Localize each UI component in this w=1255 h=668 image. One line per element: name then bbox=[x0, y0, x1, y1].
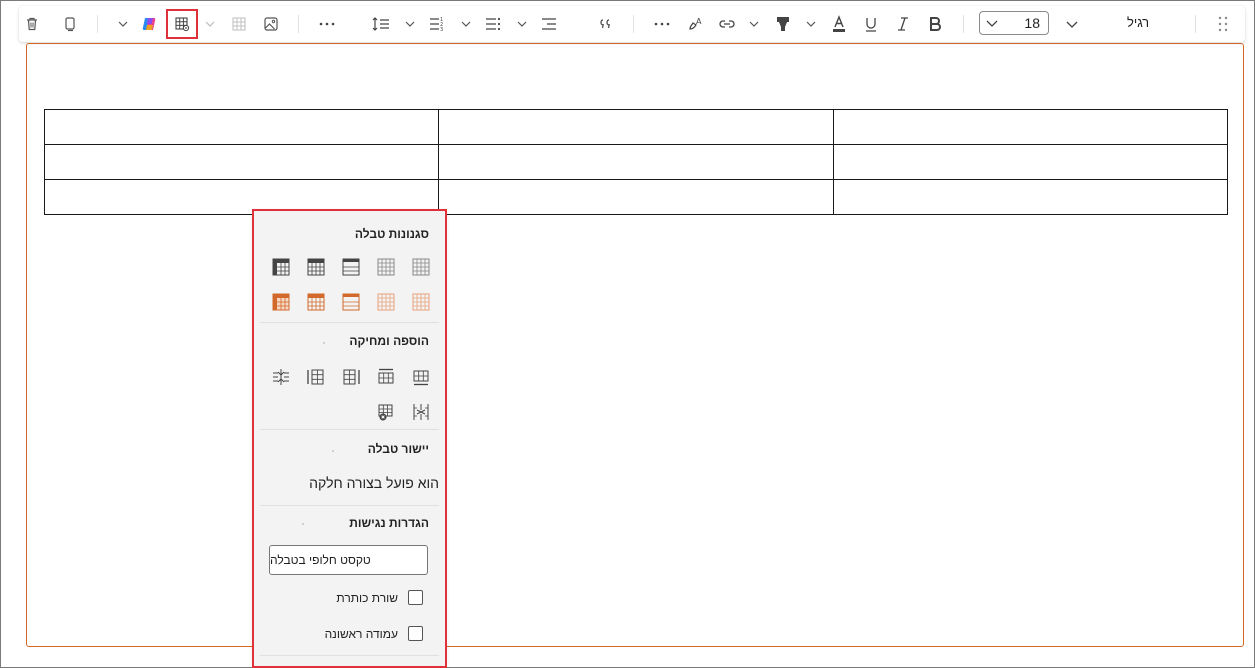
chevron-down-icon[interactable] bbox=[747, 15, 761, 33]
svg-text:A: A bbox=[696, 17, 702, 26]
separator bbox=[298, 15, 299, 33]
table-settings-icon[interactable] bbox=[166, 9, 198, 39]
more-icon[interactable] bbox=[650, 13, 674, 35]
first-column-label: עמודה ראשונה bbox=[324, 626, 398, 641]
chevron-down-icon[interactable] bbox=[515, 15, 529, 33]
first-column-checkbox[interactable] bbox=[408, 626, 423, 641]
separator bbox=[1195, 15, 1196, 33]
divider bbox=[260, 505, 439, 506]
table-style-orange-light-2-icon[interactable] bbox=[410, 291, 432, 313]
font-style-chevron-icon[interactable] bbox=[1064, 15, 1080, 33]
svg-text:3: 3 bbox=[440, 27, 443, 32]
underline-icon[interactable] bbox=[859, 13, 883, 35]
image-icon[interactable] bbox=[258, 13, 284, 35]
drag-handle-icon[interactable] bbox=[1212, 13, 1234, 35]
chevron-down-icon[interactable] bbox=[203, 15, 217, 33]
first-column-option[interactable]: עמודה ראשונה bbox=[325, 626, 423, 641]
dot bbox=[332, 450, 334, 452]
header-row-label: שורת כותרת bbox=[336, 590, 398, 605]
table-style-dark-2-icon[interactable] bbox=[305, 256, 327, 278]
link-icon[interactable] bbox=[715, 13, 739, 35]
table-alignment-select[interactable]: הוא פועל בצורה חלקה bbox=[309, 469, 439, 497]
table-style-light-2-icon[interactable] bbox=[410, 256, 432, 278]
accessibility-title: הגדרות נגישות bbox=[349, 516, 429, 530]
insert-column-between-icon[interactable] bbox=[270, 366, 292, 388]
line-spacing-icon[interactable] bbox=[369, 13, 393, 35]
table-settings-panel: סגנונות טבלה הוספה ומחיקה יישור טבלה הוא… bbox=[252, 209, 447, 668]
insert-column-left-icon[interactable] bbox=[305, 366, 327, 388]
alignment-value: הוא פועל בצורה חלקה bbox=[309, 475, 439, 491]
table-cell[interactable] bbox=[832, 109, 1229, 145]
numbering-icon[interactable]: 123 bbox=[425, 13, 449, 35]
copy-icon[interactable] bbox=[57, 13, 83, 35]
insert-row-below-icon[interactable] bbox=[410, 366, 432, 388]
delete-icon[interactable] bbox=[19, 13, 45, 35]
table-style-orange-1-icon[interactable] bbox=[270, 291, 292, 313]
divider bbox=[260, 655, 439, 656]
table-style-dark-3-icon[interactable] bbox=[340, 256, 362, 278]
toolbar: 123 A 18 רגיל bbox=[19, 6, 1245, 42]
alt-text-input[interactable]: טקסט חלופי בטבלה bbox=[269, 545, 428, 575]
italic-icon[interactable] bbox=[891, 13, 915, 35]
chevron-down-icon[interactable] bbox=[459, 15, 473, 33]
table-row bbox=[43, 144, 1229, 180]
font-color-icon[interactable] bbox=[827, 13, 851, 35]
font-size-select[interactable]: 18 bbox=[979, 11, 1049, 35]
insert-column-right-icon[interactable] bbox=[340, 366, 362, 388]
table-cell[interactable] bbox=[832, 179, 1229, 215]
separator bbox=[97, 15, 98, 33]
chevron-down-icon[interactable] bbox=[804, 15, 818, 33]
delete-table-icon[interactable] bbox=[375, 401, 397, 423]
bullets-icon[interactable] bbox=[481, 13, 505, 35]
format-painter-icon[interactable]: A bbox=[684, 13, 708, 35]
quote-icon[interactable] bbox=[595, 13, 619, 35]
bold-icon[interactable] bbox=[923, 13, 947, 35]
divider bbox=[260, 429, 439, 430]
table-style-light-1-icon[interactable] bbox=[375, 256, 397, 278]
table-styles-title: סגנונות טבלה bbox=[354, 227, 429, 241]
chevron-down-icon bbox=[986, 20, 998, 27]
highlight-icon[interactable] bbox=[771, 13, 795, 35]
font-size-value: 18 bbox=[1024, 15, 1040, 31]
copilot-icon[interactable] bbox=[138, 13, 162, 35]
table-row bbox=[43, 179, 1229, 215]
table-style-orange-light-1-icon[interactable] bbox=[375, 291, 397, 313]
header-row-checkbox[interactable] bbox=[408, 590, 423, 605]
alt-text-value: טקסט חלופי בטבלה bbox=[270, 553, 371, 567]
table-row bbox=[43, 109, 1229, 145]
table-cell[interactable] bbox=[438, 179, 834, 215]
alignment-title: יישור טבלה bbox=[367, 442, 429, 456]
table-cell[interactable] bbox=[43, 179, 440, 215]
insert-row-above-icon[interactable] bbox=[375, 366, 397, 388]
divider bbox=[260, 322, 439, 323]
chevron-down-icon[interactable] bbox=[403, 15, 417, 33]
separator bbox=[963, 15, 964, 33]
table-disabled-icon bbox=[227, 13, 251, 35]
table-cell[interactable] bbox=[832, 144, 1229, 180]
dot bbox=[302, 523, 304, 525]
delete-column-icon[interactable] bbox=[410, 401, 432, 423]
table-style-orange-3-icon[interactable] bbox=[340, 291, 362, 313]
more-icon[interactable] bbox=[315, 13, 339, 35]
separator bbox=[633, 15, 634, 33]
header-row-option[interactable]: שורת כותרת bbox=[336, 590, 423, 605]
insert-delete-title: הוספה ומחיקה bbox=[349, 334, 429, 348]
table-cell[interactable] bbox=[438, 109, 834, 145]
table-cell[interactable] bbox=[438, 144, 834, 180]
paragraph-style-label[interactable]: רגיל bbox=[1127, 15, 1149, 30]
dot bbox=[323, 342, 325, 344]
table-cell[interactable] bbox=[43, 109, 440, 145]
chevron-down-icon[interactable] bbox=[116, 15, 130, 33]
align-icon[interactable] bbox=[537, 13, 561, 35]
table-cell[interactable] bbox=[43, 144, 440, 180]
document-table bbox=[43, 109, 1229, 215]
table-style-dark-1-icon[interactable] bbox=[270, 256, 292, 278]
table-style-orange-2-icon[interactable] bbox=[305, 291, 327, 313]
